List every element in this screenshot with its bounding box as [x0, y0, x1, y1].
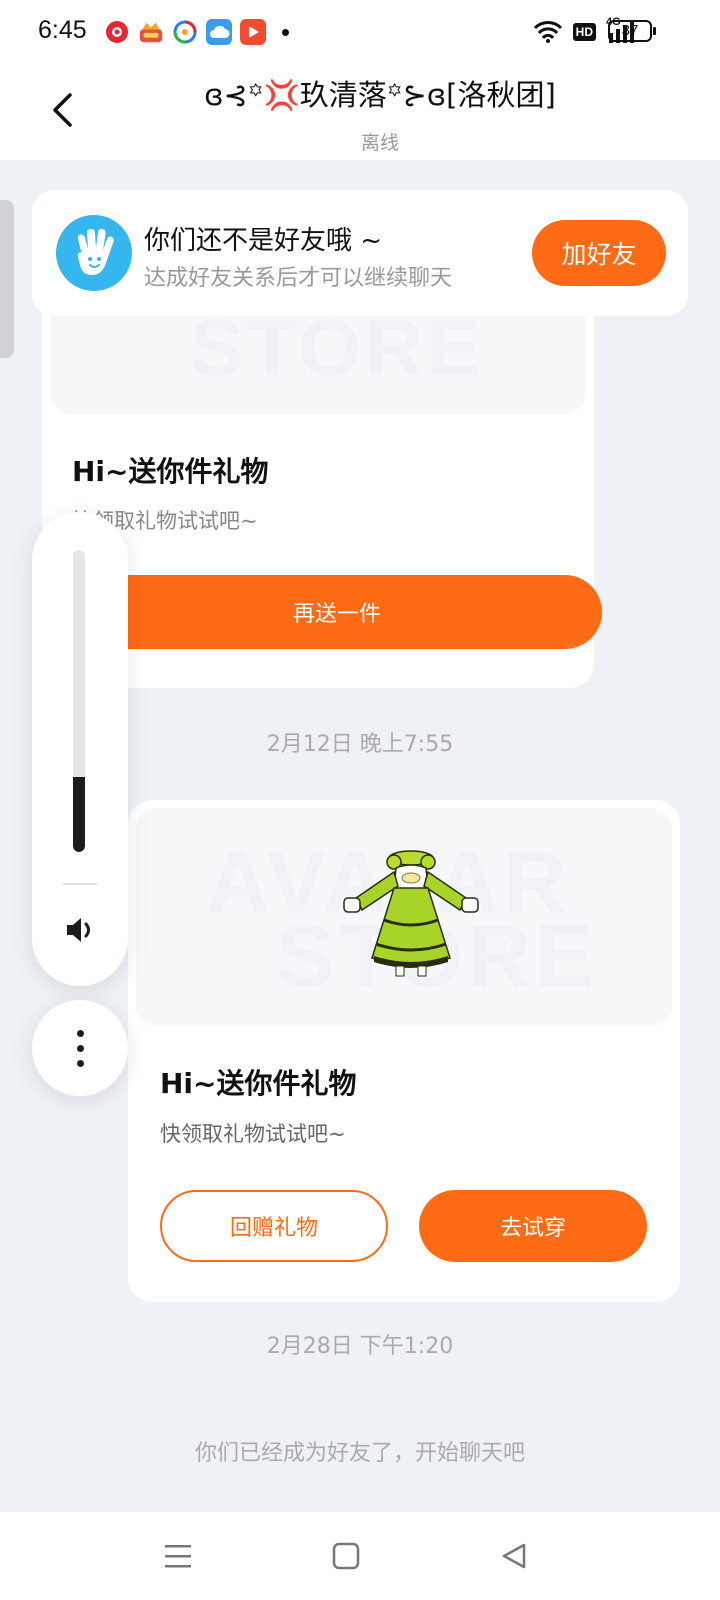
try-on-button[interactable]: 去试穿 [419, 1190, 647, 1262]
blue-cloud-icon [206, 19, 232, 45]
volume-divider [63, 883, 97, 885]
wifi-icon [533, 21, 562, 43]
status-time: 6:45 [38, 16, 87, 44]
send-again-button[interactable]: 再送一件 [72, 575, 602, 649]
store-watermark: STORE [190, 303, 485, 392]
contact-status: 离线 [360, 132, 399, 154]
add-friend-button[interactable]: 加好友 [532, 220, 666, 286]
back-triangle-icon[interactable] [490, 1532, 538, 1580]
red-video-icon [240, 19, 266, 45]
return-gift-button[interactable]: 回赠礼物 [160, 1190, 388, 1262]
battery-indicator: 37 [608, 20, 656, 42]
system-message: 你们已经成为好友了，开始聊天吧 [194, 1441, 525, 1466]
status-bar: 6:45 HD 4G 37 [0, 0, 720, 64]
home-square-icon[interactable] [322, 1532, 370, 1580]
orange-crown-icon [138, 19, 164, 45]
chat-screen: 6:45 HD 4G 37 ɞ⊰꙳💢玖清落꙳⊱ɞ[洛秋团] 离线 STORE H… [0, 0, 720, 1600]
gift-image-area: AVATAR STORE [136, 808, 672, 1026]
chat-header: ɞ⊰꙳💢玖清落꙳⊱ɞ[洛秋团] 离线 [0, 64, 720, 160]
banner-subtitle: 达成好友关系后才可以继续聊天 [144, 266, 453, 291]
back-button[interactable] [42, 86, 82, 134]
gift-title: Hi~送你件礼物 [160, 1067, 357, 1100]
speaker-icon[interactable] [62, 912, 98, 948]
red-record-icon [104, 19, 130, 45]
banner-title: 你们还不是好友哦 ~ [144, 226, 383, 256]
navigation-bar [0, 1512, 720, 1600]
left-edge-handle[interactable] [0, 200, 14, 358]
contact-name: ɞ⊰꙳💢玖清落꙳⊱ɞ[洛秋团] [204, 78, 556, 112]
more-vertical-icon[interactable] [32, 1000, 128, 1096]
volume-slider-fill [73, 776, 85, 852]
volume-panel [32, 512, 128, 986]
not-friends-banner: 你们还不是好友哦 ~ 达成好友关系后才可以继续聊天 加好友 [32, 190, 688, 316]
message-timestamp: 2月28日 下午1:20 [266, 1334, 454, 1359]
more-notifications-dot [282, 28, 289, 36]
gift-subtitle: 快领取礼物试试吧~ [160, 1122, 346, 1146]
hand-wave-icon [56, 215, 132, 291]
notification-icons [104, 18, 289, 46]
hd-badge: HD [572, 23, 596, 41]
menu-icon[interactable] [154, 1532, 202, 1580]
gift-title: Hi~送你件礼物 [72, 455, 269, 488]
volume-slider[interactable] [73, 550, 85, 852]
green-dress-image [343, 850, 479, 977]
chevron-left-icon [53, 93, 72, 127]
colorful-app-icon [172, 19, 198, 45]
gift-card: AVATAR STORE [128, 800, 680, 1302]
